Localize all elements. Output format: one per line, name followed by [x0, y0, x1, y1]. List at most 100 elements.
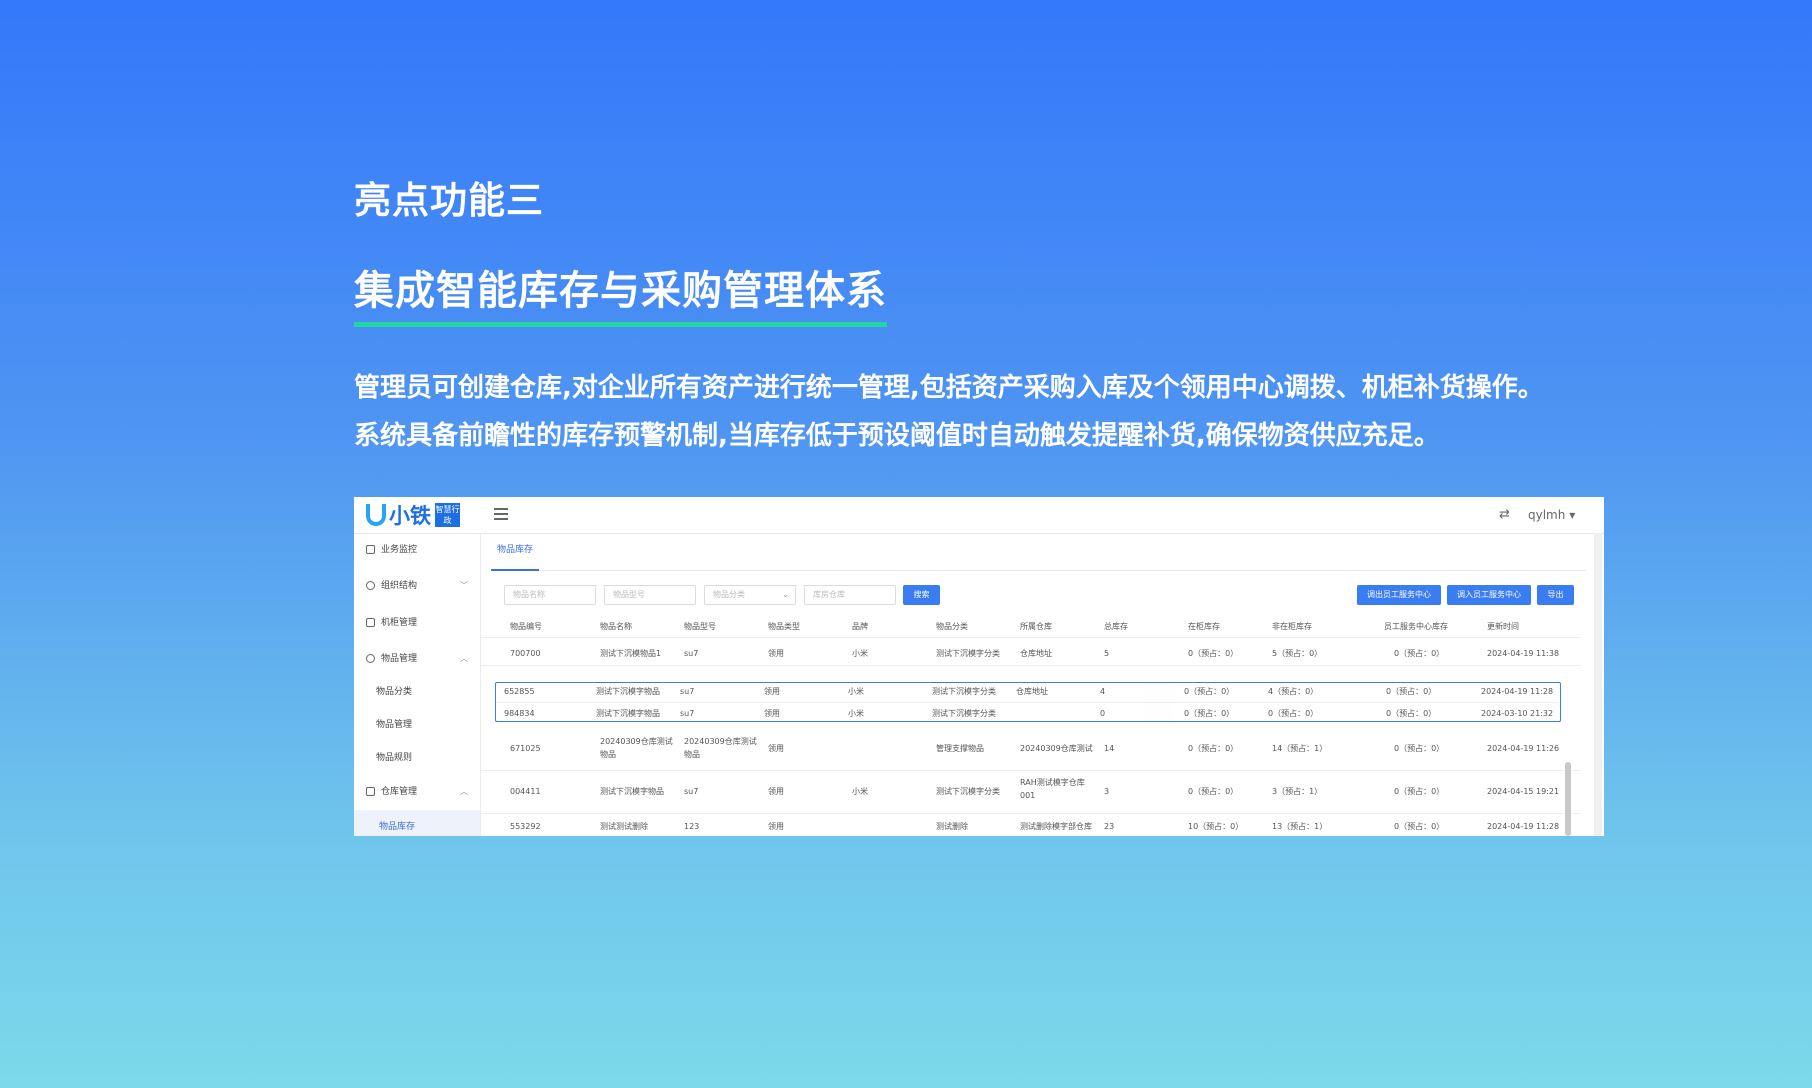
column-header: 非在柜库存 [1272, 622, 1312, 631]
column-header: 物品编号 [510, 622, 542, 631]
goods-category-select[interactable]: 物品分类 ⌄ [704, 585, 796, 605]
scrollbar-thumb[interactable] [1565, 762, 1571, 836]
cell-warehouse: 20240309仓库测试 [1020, 744, 1093, 753]
sidebar-subitem-goods[interactable]: 物品管理 [376, 717, 412, 730]
cell-not-in-cabinet: 0（预占：0） [1268, 709, 1319, 718]
table-row[interactable]: 700700 测试下沉模物品1 su7 领用 小米 测试下沉模字分类 仓库地址 … [481, 639, 1581, 666]
description-line-1: 管理员可创建仓库,对企业所有资产进行统一管理,包括资产采购入库及个领用中心调拨、… [354, 373, 1544, 403]
export-button[interactable]: 导出 [1537, 585, 1574, 605]
translate-icon[interactable]: ⇄ [1499, 507, 1510, 522]
cell-name: 测试测试删除 [600, 822, 648, 831]
cell-category: 管理支撑物品 [936, 744, 984, 753]
cell-total: 5 [1104, 649, 1110, 658]
cell-model: su7 [684, 649, 699, 658]
sidebar-item-cabinet[interactable]: 机柜管理 [354, 611, 480, 635]
cell-not-in-cabinet: 3（预占：1） [1272, 787, 1323, 796]
user-menu[interactable]: qylmh ▾ [1528, 508, 1575, 522]
cell-total: 23 [1104, 822, 1115, 831]
sidebar-item-monitor[interactable]: 业务监控 [354, 538, 480, 562]
cell-service-center: 0（预占：0） [1394, 744, 1445, 753]
sidebar-subitem-rules[interactable]: 物品规则 [376, 750, 412, 763]
cell-warehouse: 仓库地址 [1020, 649, 1052, 658]
logo-text: 小铁 [389, 504, 431, 528]
cell-id: 671025 [510, 744, 541, 753]
section-kicker: 亮点功能三 [354, 179, 544, 222]
cell-not-in-cabinet: 5（预占：0） [1272, 649, 1323, 658]
cell-updated: 2024-04-15 19:21 [1487, 787, 1560, 796]
cell-in-cabinet: 0（预占：0） [1188, 787, 1239, 796]
cell-brand: 小米 [852, 649, 868, 658]
cell-model: 123 [684, 822, 700, 831]
sidebar-item-label: 仓库管理 [381, 787, 418, 797]
username: qylmh [1528, 508, 1566, 522]
cell-category: 测试下沉模字分类 [936, 787, 1000, 796]
cell-in-cabinet: 0（预占：0） [1184, 687, 1235, 696]
sidebar-item-label: 业务监控 [381, 545, 418, 555]
cell-in-cabinet: 0（预占：0） [1188, 649, 1239, 658]
tab-inventory[interactable]: 物品库存 [491, 534, 540, 571]
column-header: 员工服务中心库存 [1384, 622, 1448, 631]
goods-model-input[interactable]: 物品型号 [604, 585, 696, 605]
cell-model: su7 [680, 687, 695, 696]
cell-name: 测试下沉模字物品 [600, 787, 664, 796]
column-header: 在柜库存 [1188, 622, 1220, 631]
cell-in-cabinet: 0（预占：0） [1188, 744, 1239, 753]
column-header: 物品类型 [768, 622, 800, 631]
sidebar-item-label: 机柜管理 [381, 618, 418, 628]
app-screenshot: 小铁 智慧行政 ⇄ qylmh ▾ 业务监控 组织结构 ﹀ 机柜管理 物品管理 … [354, 497, 1604, 836]
cell-name: 测试下沉模字物品 [596, 709, 660, 718]
sidebar-item-goods[interactable]: 物品管理 ︿ [354, 647, 480, 671]
cell-id: 700700 [510, 649, 541, 658]
home-icon [366, 787, 375, 796]
cell-category: 测试删除 [936, 822, 968, 831]
cell-type: 领用 [768, 649, 784, 658]
cell-id: 652855 [504, 687, 535, 696]
cell-updated: 2024-03-10 21:32 [1481, 709, 1554, 718]
column-header: 物品分类 [936, 622, 968, 631]
table-row[interactable]: 553292 测试测试删除 123 领用 测试删除 测试删除模字部仓库 23 1… [481, 814, 1581, 836]
cell-total: 4 [1100, 687, 1106, 696]
column-header: 总库存 [1104, 622, 1128, 631]
cell-updated: 2024-04-19 11:28 [1487, 822, 1560, 831]
transfer-out-button[interactable]: 调出员工服务中心 [1357, 585, 1441, 605]
transfer-in-button[interactable]: 调入员工服务中心 [1447, 585, 1531, 605]
column-header: 物品名称 [600, 622, 632, 631]
logo-badge: 智慧行政 [435, 503, 460, 527]
cell-total: 3 [1104, 787, 1110, 796]
table-row[interactable]: 671025 20240309仓库测试物品 20240309仓库测试物品 领用 … [481, 730, 1581, 771]
cell-id: 004411 [510, 787, 541, 796]
goods-name-input[interactable]: 物品名称 [504, 585, 596, 605]
highlighted-rows: 652855 测试下沉模字物品 su7 领用 小米 测试下沉模字分类 仓库地址 … [495, 682, 1561, 722]
sidebar-subitem-category[interactable]: 物品分类 [376, 684, 412, 697]
table-row[interactable]: 652855 测试下沉模字物品 su7 领用 小米 测试下沉模字分类 仓库地址 … [496, 683, 1559, 703]
chevron-up-icon: ︿ [460, 787, 468, 796]
table-header: 物品编号 物品名称 物品型号 物品类型 品牌 物品分类 所属仓库 总库存 在柜库… [481, 615, 1581, 638]
cell-not-in-cabinet: 4（预占：0） [1268, 687, 1319, 696]
sidebar: 业务监控 组织结构 ﹀ 机柜管理 物品管理 ︿ 物品分类 物品管理 物品规则 仓… [354, 534, 481, 836]
select-placeholder: 物品分类 [713, 590, 745, 599]
cell-type: 领用 [764, 687, 780, 696]
warehouse-input[interactable]: 库房仓库 [804, 585, 896, 605]
sidebar-item-inventory[interactable]: 物品库存 [354, 810, 480, 836]
cell-service-center: 0（预占：0） [1394, 649, 1445, 658]
sidebar-item-warehouse[interactable]: 仓库管理 ︿ [354, 780, 480, 804]
menu-toggle-icon[interactable] [494, 508, 508, 523]
chevron-down-icon: ﹀ [460, 581, 468, 590]
cell-brand: 小米 [852, 787, 868, 796]
cell-not-in-cabinet: 14（预占：1） [1272, 744, 1328, 753]
cell-category: 测试下沉模字分类 [936, 649, 1000, 658]
cell-total: 0 [1100, 709, 1106, 718]
cabinet-icon [366, 618, 375, 627]
cell-category: 测试下沉模字分类 [932, 709, 996, 718]
sidebar-item-org[interactable]: 组织结构 ﹀ [354, 574, 480, 598]
cell-type: 领用 [768, 787, 784, 796]
app-logo[interactable]: 小铁 智慧行政 [366, 503, 460, 528]
sidebar-item-label: 物品管理 [381, 654, 418, 664]
section-description: 管理员可创建仓库,对企业所有资产进行统一管理,包括资产采购入库及个领用中心调拨、… [354, 364, 1794, 460]
table-row[interactable]: 984834 测试下沉模字物品 su7 领用 小米 测试下沉模字分类 0 0（预… [496, 702, 1559, 721]
scrollbar-track[interactable] [1594, 533, 1602, 836]
search-button[interactable]: 搜索 [903, 585, 940, 605]
top-bar: 小铁 智慧行政 ⇄ qylmh ▾ [354, 497, 1604, 534]
monitor-icon [366, 545, 375, 554]
table-row[interactable]: 004411 测试下沉模字物品 su7 领用 小米 测试下沉模字分类 RAH测试… [481, 771, 1581, 814]
